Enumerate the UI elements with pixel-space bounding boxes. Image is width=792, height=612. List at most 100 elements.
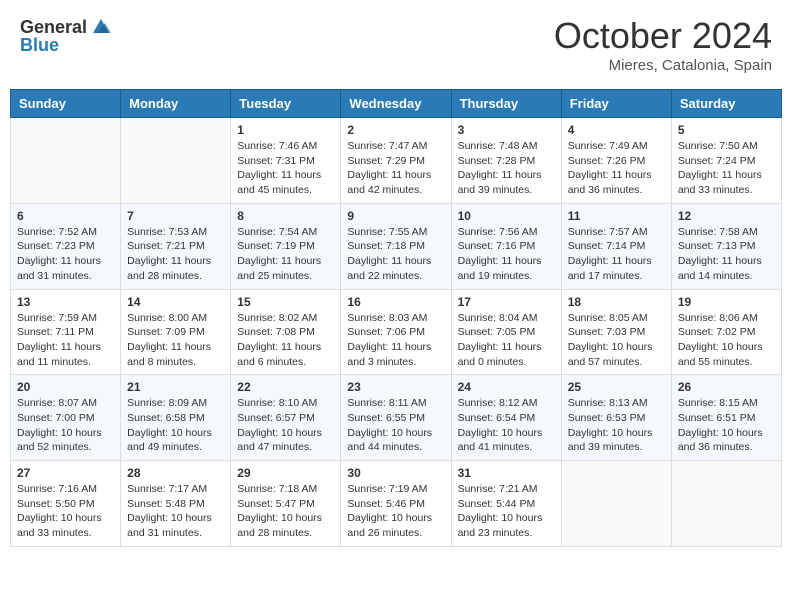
day-number: 24 (458, 380, 555, 394)
day-number: 16 (347, 295, 444, 309)
col-header-wednesday: Wednesday (341, 90, 451, 118)
calendar-cell (561, 461, 671, 547)
calendar-week-row: 27Sunrise: 7:16 AMSunset: 5:50 PMDayligh… (11, 461, 782, 547)
calendar-week-row: 1 Sunrise: 7:46 AMSunset: 7:31 PMDaylight… (11, 118, 782, 204)
day-number: 12 (678, 209, 775, 223)
calendar-cell: 21Sunrise: 8:09 AMSunset: 6:58 PMDayligh… (121, 375, 231, 461)
day-number: 23 (347, 380, 444, 394)
day-number: 5 (678, 123, 775, 137)
day-info: Sunrise: 7:55 AMSunset: 7:18 PMDaylight:… (347, 225, 444, 284)
day-info: Sunrise: 7:53 AMSunset: 7:21 PMDaylight:… (127, 225, 224, 284)
page-header: General Blue October 2024 Mieres, Catalo… (10, 10, 782, 79)
calendar-cell: 26 Sunrise: 8:15 AMSunset: 6:51 PMDayligh… (671, 375, 781, 461)
day-info: Sunrise: 8:06 AMSunset: 7:02 PMDaylight:… (678, 311, 775, 370)
calendar-cell (11, 118, 121, 204)
calendar-cell: 27Sunrise: 7:16 AMSunset: 5:50 PMDayligh… (11, 461, 121, 547)
day-number: 4 (568, 123, 665, 137)
calendar-cell: 6Sunrise: 7:52 AMSunset: 7:23 PMDaylight… (11, 203, 121, 289)
day-number: 30 (347, 466, 444, 480)
day-info: Sunrise: 7:48 AMSunset: 7:28 PMDaylight:… (458, 139, 555, 198)
calendar-cell: 22Sunrise: 8:10 AMSunset: 6:57 PMDayligh… (231, 375, 341, 461)
calendar-cell: 4 Sunrise: 7:49 AMSunset: 7:26 PMDaylight… (561, 118, 671, 204)
month-title: October 2024 (554, 15, 772, 57)
day-number: 2 (347, 123, 444, 137)
calendar-cell: 12 Sunrise: 7:58 AMSunset: 7:13 PMDayligh… (671, 203, 781, 289)
day-number: 29 (237, 466, 334, 480)
day-info: Sunrise: 7:16 AMSunset: 5:50 PMDaylight:… (17, 482, 114, 541)
day-info: Sunrise: 8:02 AMSunset: 7:08 PMDaylight:… (237, 311, 334, 370)
day-info: Sunrise: 8:07 AMSunset: 7:00 PMDaylight:… (17, 396, 114, 455)
day-number: 11 (568, 209, 665, 223)
day-info: Sunrise: 7:52 AMSunset: 7:23 PMDaylight:… (17, 225, 114, 284)
day-number: 25 (568, 380, 665, 394)
calendar-cell: 1 Sunrise: 7:46 AMSunset: 7:31 PMDaylight… (231, 118, 341, 204)
location: Mieres, Catalonia, Spain (554, 57, 772, 74)
day-number: 22 (237, 380, 334, 394)
day-number: 28 (127, 466, 224, 480)
calendar-cell (121, 118, 231, 204)
day-info: Sunrise: 8:15 AMSunset: 6:51 PMDaylight:… (678, 396, 775, 455)
calendar-cell: 28Sunrise: 7:17 AMSunset: 5:48 PMDayligh… (121, 461, 231, 547)
day-info: Sunrise: 7:49 AMSunset: 7:26 PMDaylight:… (568, 139, 665, 198)
day-number: 21 (127, 380, 224, 394)
calendar-cell: 11 Sunrise: 7:57 AMSunset: 7:14 PMDayligh… (561, 203, 671, 289)
logo: General Blue (20, 15, 113, 56)
day-info: Sunrise: 7:54 AMSunset: 7:19 PMDaylight:… (237, 225, 334, 284)
calendar-header-row: SundayMondayTuesdayWednesdayThursdayFrid… (11, 90, 782, 118)
calendar-cell (671, 461, 781, 547)
calendar-cell: 25 Sunrise: 8:13 AMSunset: 6:53 PMDayligh… (561, 375, 671, 461)
col-header-tuesday: Tuesday (231, 90, 341, 118)
col-header-monday: Monday (121, 90, 231, 118)
calendar-cell: 30 Sunrise: 7:19 AMSunset: 5:46 PMDayligh… (341, 461, 451, 547)
col-header-friday: Friday (561, 90, 671, 118)
day-number: 8 (237, 209, 334, 223)
day-info: Sunrise: 7:50 AMSunset: 7:24 PMDaylight:… (678, 139, 775, 198)
calendar-cell: 16Sunrise: 8:03 AMSunset: 7:06 PMDayligh… (341, 289, 451, 375)
calendar-cell: 20Sunrise: 8:07 AMSunset: 7:00 PMDayligh… (11, 375, 121, 461)
calendar-cell: 15 Sunrise: 8:02 AMSunset: 7:08 PMDayligh… (231, 289, 341, 375)
day-number: 18 (568, 295, 665, 309)
calendar-cell: 17 Sunrise: 8:04 AMSunset: 7:05 PMDayligh… (451, 289, 561, 375)
day-info: Sunrise: 7:21 AMSunset: 5:44 PMDaylight:… (458, 482, 555, 541)
day-info: Sunrise: 7:59 AMSunset: 7:11 PMDaylight:… (17, 311, 114, 370)
calendar-cell: 2 Sunrise: 7:47 AMSunset: 7:29 PMDaylight… (341, 118, 451, 204)
calendar-cell: 9 Sunrise: 7:55 AMSunset: 7:18 PMDaylight… (341, 203, 451, 289)
day-number: 19 (678, 295, 775, 309)
day-info: Sunrise: 8:05 AMSunset: 7:03 PMDaylight:… (568, 311, 665, 370)
calendar-cell: 13 Sunrise: 7:59 AMSunset: 7:11 PMDayligh… (11, 289, 121, 375)
calendar-cell: 24 Sunrise: 8:12 AMSunset: 6:54 PMDayligh… (451, 375, 561, 461)
calendar-cell: 7Sunrise: 7:53 AMSunset: 7:21 PMDaylight… (121, 203, 231, 289)
title-area: October 2024 Mieres, Catalonia, Spain (554, 15, 772, 74)
day-info: Sunrise: 8:13 AMSunset: 6:53 PMDaylight:… (568, 396, 665, 455)
calendar-cell: 18 Sunrise: 8:05 AMSunset: 7:03 PMDayligh… (561, 289, 671, 375)
day-number: 1 (237, 123, 334, 137)
day-number: 3 (458, 123, 555, 137)
calendar-cell: 3 Sunrise: 7:48 AMSunset: 7:28 PMDaylight… (451, 118, 561, 204)
day-number: 14 (127, 295, 224, 309)
day-info: Sunrise: 8:11 AMSunset: 6:55 PMDaylight:… (347, 396, 444, 455)
day-number: 13 (17, 295, 114, 309)
day-number: 26 (678, 380, 775, 394)
day-number: 15 (237, 295, 334, 309)
col-header-saturday: Saturday (671, 90, 781, 118)
day-number: 17 (458, 295, 555, 309)
calendar-cell: 14Sunrise: 8:00 AMSunset: 7:09 PMDayligh… (121, 289, 231, 375)
day-number: 9 (347, 209, 444, 223)
day-info: Sunrise: 7:57 AMSunset: 7:14 PMDaylight:… (568, 225, 665, 284)
calendar-cell: 19 Sunrise: 8:06 AMSunset: 7:02 PMDayligh… (671, 289, 781, 375)
day-number: 31 (458, 466, 555, 480)
day-info: Sunrise: 7:56 AMSunset: 7:16 PMDaylight:… (458, 225, 555, 284)
day-info: Sunrise: 7:19 AMSunset: 5:46 PMDaylight:… (347, 482, 444, 541)
calendar-week-row: 6Sunrise: 7:52 AMSunset: 7:23 PMDaylight… (11, 203, 782, 289)
day-number: 10 (458, 209, 555, 223)
calendar-cell: 5 Sunrise: 7:50 AMSunset: 7:24 PMDaylight… (671, 118, 781, 204)
day-info: Sunrise: 8:04 AMSunset: 7:05 PMDaylight:… (458, 311, 555, 370)
day-info: Sunrise: 7:47 AMSunset: 7:29 PMDaylight:… (347, 139, 444, 198)
day-info: Sunrise: 7:46 AMSunset: 7:31 PMDaylight:… (237, 139, 334, 198)
calendar-cell: 23 Sunrise: 8:11 AMSunset: 6:55 PMDayligh… (341, 375, 451, 461)
calendar-cell: 29 Sunrise: 7:18 AMSunset: 5:47 PMDayligh… (231, 461, 341, 547)
day-info: Sunrise: 7:58 AMSunset: 7:13 PMDaylight:… (678, 225, 775, 284)
col-header-sunday: Sunday (11, 90, 121, 118)
day-info: Sunrise: 7:18 AMSunset: 5:47 PMDaylight:… (237, 482, 334, 541)
day-info: Sunrise: 8:12 AMSunset: 6:54 PMDaylight:… (458, 396, 555, 455)
